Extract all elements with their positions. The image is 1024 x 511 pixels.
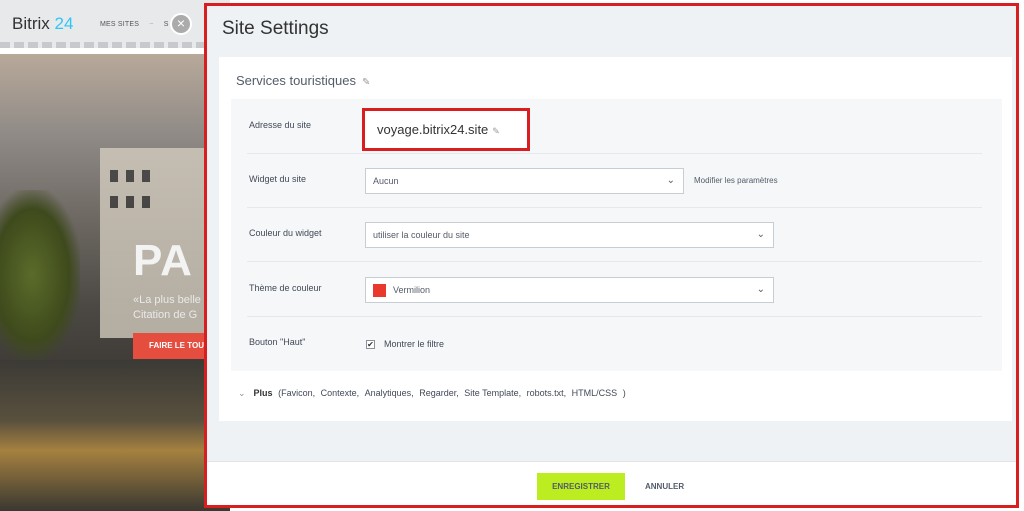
theme-label: Thème de couleur xyxy=(249,283,322,293)
row-site-widget: Widget du site Aucun ⌄ Modifier les para… xyxy=(247,154,982,208)
site-name-heading[interactable]: Services touristiques ✎ xyxy=(236,73,370,88)
widget-select[interactable]: Aucun ⌄ xyxy=(365,168,684,194)
hero-subtitle: «La plus belle Citation de G xyxy=(133,293,201,323)
more-item-html-css: HTML/CSS xyxy=(571,388,618,398)
site-address-value: voyage.bitrix24.site ✎ xyxy=(377,122,500,137)
logo-number: 24 xyxy=(54,14,74,33)
site-address-field[interactable]: voyage.bitrix24.site ✎ xyxy=(362,108,530,151)
nav-item-truncated[interactable]: S xyxy=(164,21,169,28)
more-close-paren: ) xyxy=(622,388,626,398)
hero-water xyxy=(0,360,230,511)
panel-footer: ENREGISTRER ANNULER xyxy=(207,461,1016,505)
address-value-text: voyage.bitrix24.site xyxy=(377,122,489,137)
top-button-label: Bouton "Haut" xyxy=(249,337,306,347)
bitrix24-logo: Bitrix 24 xyxy=(12,14,73,34)
address-label: Adresse du site xyxy=(249,120,312,130)
pencil-icon[interactable]: ✎ xyxy=(362,77,370,88)
hero-title: PA xyxy=(133,236,193,285)
more-item-robots: robots.txt, xyxy=(526,388,567,398)
nav-item-my-sites[interactable]: MES SITES xyxy=(100,21,139,28)
more-item-favicon: Favicon, xyxy=(281,388,316,398)
row-top-button: Bouton "Haut" ✔ Montrer le filtre xyxy=(247,317,982,371)
expand-chevron-icon: ⌄ xyxy=(238,388,246,398)
topbar-dashed-border xyxy=(0,42,230,48)
widget-select-value: Aucun xyxy=(373,176,399,186)
chevron-down-icon: ⌄ xyxy=(666,175,675,186)
settings-card: Services touristiques ✎ Adresse du site W… xyxy=(219,57,1012,421)
row-color-theme: Thème de couleur Vermilion ⌄ xyxy=(247,262,982,317)
more-options-toggle[interactable]: ⌄ Plus (Favicon, Contexte, Analytiques, R… xyxy=(238,388,626,399)
theme-color-swatch xyxy=(373,284,386,297)
widget-color-select[interactable]: utiliser la couleur du site ⌄ xyxy=(365,222,774,248)
chevron-down-icon: ⌄ xyxy=(756,229,765,240)
site-topbar: Bitrix 24 MES SITES ~ S xyxy=(0,0,230,48)
pencil-icon[interactable]: ✎ xyxy=(492,126,500,136)
row-widget-color: Couleur du widget utiliser la couleur du… xyxy=(247,208,982,262)
logo-text: Bitrix xyxy=(12,14,50,33)
show-filter-label[interactable]: Montrer le filtre xyxy=(384,339,444,349)
chevron-down-icon: ⌄ xyxy=(756,284,765,295)
more-item-context: Contexte, xyxy=(320,388,360,398)
widget-color-select-value: utiliser la couleur du site xyxy=(373,230,470,240)
more-item-site-template: Site Template, xyxy=(464,388,522,398)
nav-separator: ~ xyxy=(149,21,154,28)
theme-select[interactable]: Vermilion ⌄ xyxy=(365,277,774,303)
more-item-analytics: Analytiques, xyxy=(364,388,414,398)
more-item-watch: Regarder, xyxy=(419,388,459,398)
more-label: Plus xyxy=(253,388,273,398)
screen: Bitrix 24 MES SITES ~ S PA «La plus bell… xyxy=(0,0,1024,511)
widget-label: Widget du site xyxy=(249,174,307,184)
cancel-button[interactable]: ANNULER xyxy=(645,473,684,500)
theme-select-value: Vermilion xyxy=(393,285,431,295)
panel-title: Site Settings xyxy=(222,18,329,39)
site-name-text: Services touristiques xyxy=(236,73,356,88)
site-nav: MES SITES ~ S xyxy=(100,21,169,28)
settings-form: Adresse du site Widget du site Aucun ⌄ M… xyxy=(231,99,1002,371)
background-site-preview: Bitrix 24 MES SITES ~ S PA «La plus bell… xyxy=(0,0,230,511)
widget-color-label: Couleur du widget xyxy=(249,228,322,238)
row-site-address: Adresse du site xyxy=(247,99,982,154)
hero-tree xyxy=(0,190,80,360)
site-settings-panel: Site Settings Services touristiques ✎ Adr… xyxy=(204,3,1019,508)
hero-subtitle-line-2: Citation de G xyxy=(133,309,198,321)
close-icon[interactable]: × xyxy=(170,13,192,35)
save-button[interactable]: ENREGISTRER xyxy=(537,473,625,500)
modify-settings-link[interactable]: Modifier les paramètres xyxy=(694,176,778,185)
hero-subtitle-line-1: «La plus belle xyxy=(133,294,201,306)
show-filter-checkbox[interactable]: ✔ xyxy=(366,340,375,349)
